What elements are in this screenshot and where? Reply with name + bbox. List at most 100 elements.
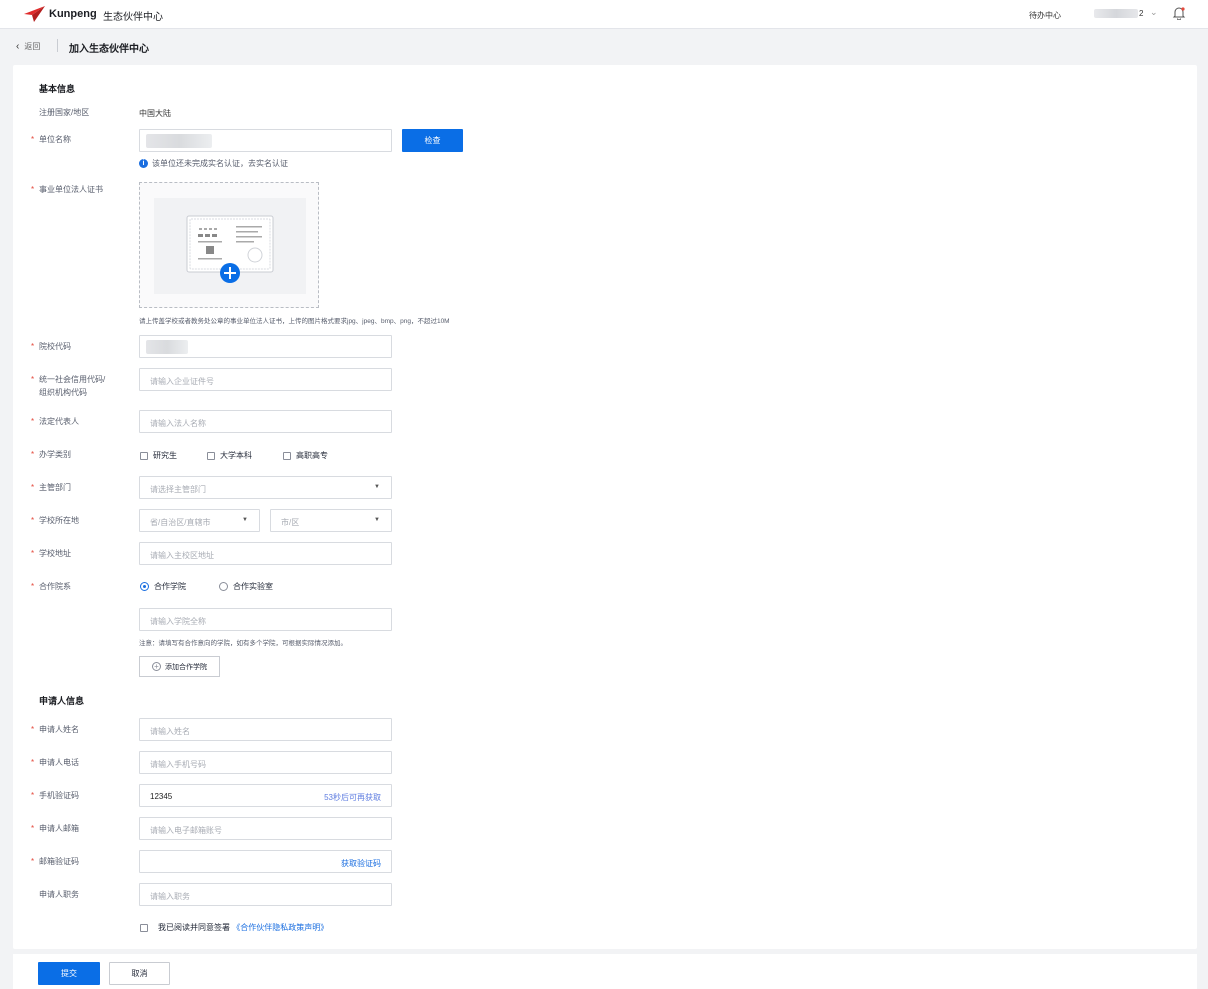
username-suffix[interactable]: 2 <box>1139 9 1143 18</box>
brand-subtitle[interactable]: 生态伙伴中心 <box>103 8 163 23</box>
applicant-name-label: 申请人姓名 <box>39 725 79 734</box>
unit-name-input[interactable] <box>139 129 392 152</box>
cert-upload-note: 请上传盖学校或者教务处公章的事业单位法人证书，上传的图片格式要求jpg、jpeg… <box>139 318 450 325</box>
checkbox-vocational-label: 高职高专 <box>296 451 328 460</box>
agree-text: 我已阅读并同意签署 <box>158 923 230 932</box>
required-mark: * <box>31 417 35 426</box>
divider <box>57 39 58 52</box>
caret-down-icon: ▼ <box>242 517 248 523</box>
breadcrumb: ‹ 返回 加入生态伙伴中心 <box>0 29 1208 63</box>
check-button[interactable]: 检查 <box>402 129 463 152</box>
info-icon: i <box>139 159 148 168</box>
add-college-label: 添加合作学院 <box>165 663 207 671</box>
dept-placeholder: 请选择主管部门 <box>150 485 206 494</box>
cert-label: 事业单位法人证书 <box>39 185 103 194</box>
form-footer: 提交 取消 <box>13 954 1197 989</box>
legal-rep-label: 法定代表人 <box>39 417 79 426</box>
section-title-basic: 基本信息 <box>39 84 76 94</box>
coop-note: 注意：请填写有合作意向的学院，如有多个学院，可根据实际情况添加。 <box>139 640 347 647</box>
dept-select[interactable]: 请选择主管部门 ▼ <box>139 476 392 499</box>
applicant-name-placeholder: 请输入姓名 <box>150 727 190 736</box>
unit-name-label: 单位名称 <box>39 135 71 144</box>
school-code-input[interactable] <box>139 335 392 358</box>
plus-circle-icon: + <box>152 662 161 671</box>
back-label: 返回 <box>24 42 41 51</box>
radio-circle[interactable] <box>219 582 228 591</box>
radio-college-label: 合作学院 <box>154 582 186 591</box>
country-value: 中国大陆 <box>139 109 171 118</box>
address-input[interactable]: 请输入主校区地址 <box>139 542 392 565</box>
applicant-name-input[interactable]: 请输入姓名 <box>139 718 392 741</box>
required-mark: * <box>31 549 35 558</box>
checkbox-vocational[interactable]: 高职高专 <box>283 450 328 461</box>
cert-upload-area[interactable] <box>139 182 319 308</box>
college-placeholder: 请输入学院全称 <box>150 617 206 626</box>
agreement-row: 我已阅读并同意签署 《合作伙伴隐私政策声明》 <box>140 922 328 933</box>
credit-code-placeholder: 请输入企业证件号 <box>150 377 214 386</box>
province-placeholder: 省/自治区/直辖市 <box>150 518 211 527</box>
required-mark: * <box>31 791 35 800</box>
credit-code-input[interactable]: 请输入企业证件号 <box>139 368 392 391</box>
checkbox-graduate-label: 研究生 <box>153 451 177 460</box>
chevron-left-icon: ‹ <box>16 41 20 52</box>
province-select[interactable]: 省/自治区/直辖市 ▼ <box>139 509 260 532</box>
agree-checkbox[interactable] <box>140 923 148 932</box>
verify-hint-text[interactable]: 该单位还未完成实名认证，去实名认证 <box>152 158 288 169</box>
required-mark: * <box>31 725 35 734</box>
required-mark: * <box>31 185 35 194</box>
credit-code-label: 统一社会信用代码/ 组织机构代码 <box>39 373 105 399</box>
required-mark: * <box>31 824 35 833</box>
bell-icon[interactable] <box>1172 6 1186 20</box>
checkbox-box[interactable] <box>207 451 215 460</box>
required-mark: * <box>31 516 35 525</box>
college-input[interactable]: 请输入学院全称 <box>139 608 392 631</box>
top-bar: Kunpeng 生态伙伴中心 待办中心 2 ⌄ <box>0 0 1208 29</box>
applicant-phone-input[interactable]: 请输入手机号码 <box>139 751 392 774</box>
submit-button[interactable]: 提交 <box>38 962 100 985</box>
city-select[interactable]: 市/区 ▼ <box>270 509 392 532</box>
email-code-label: 邮箱验证码 <box>39 857 79 866</box>
legal-rep-input[interactable]: 请输入法人名称 <box>139 410 392 433</box>
required-mark: * <box>31 857 35 866</box>
radio-lab[interactable]: 合作实验室 <box>219 581 273 592</box>
required-mark: * <box>31 582 35 591</box>
applicant-phone-placeholder: 请输入手机号码 <box>150 760 206 769</box>
kunpeng-logo-icon[interactable] <box>22 4 46 24</box>
checkbox-graduate[interactable]: 研究生 <box>140 450 177 461</box>
applicant-email-placeholder: 请输入电子邮箱账号 <box>150 826 222 835</box>
applicant-phone-label: 申请人电话 <box>39 758 79 767</box>
redacted-value <box>146 340 188 354</box>
sms-countdown: 53秒后可再获取 <box>324 793 381 802</box>
sms-code-input[interactable]: 12345 53秒后可再获取 <box>139 784 392 807</box>
radio-circle[interactable] <box>140 582 149 591</box>
required-mark: * <box>31 450 35 459</box>
country-label: 注册国家/地区 <box>39 108 90 117</box>
cert-placeholder <box>154 198 306 294</box>
back-link[interactable]: ‹ 返回 <box>16 41 40 52</box>
city-placeholder: 市/区 <box>281 518 300 527</box>
school-type-label: 办学类别 <box>39 450 71 459</box>
applicant-email-input[interactable]: 请输入电子邮箱账号 <box>139 817 392 840</box>
checkbox-box[interactable] <box>140 451 148 460</box>
radio-college[interactable]: 合作学院 <box>140 581 186 592</box>
dept-label: 主管部门 <box>39 483 71 492</box>
todo-center-link[interactable]: 待办中心 <box>1029 10 1061 21</box>
checkbox-box[interactable] <box>283 451 291 460</box>
applicant-position-placeholder: 请输入职务 <box>150 892 190 901</box>
username-redacted[interactable] <box>1094 9 1138 18</box>
chevron-down-icon[interactable]: ⌄ <box>1150 7 1158 18</box>
cancel-button[interactable]: 取消 <box>109 962 170 985</box>
applicant-position-input[interactable]: 请输入职务 <box>139 883 392 906</box>
applicant-position-label: 申请人职务 <box>39 890 79 899</box>
credit-code-label-line2: 组织机构代码 <box>39 388 87 397</box>
checkbox-undergraduate[interactable]: 大学本科 <box>207 450 252 461</box>
email-code-input[interactable]: 获取验证码 <box>139 850 392 873</box>
get-email-code-button[interactable]: 获取验证码 <box>341 858 381 869</box>
sms-code-label: 手机验证码 <box>39 791 79 800</box>
address-placeholder: 请输入主校区地址 <box>150 551 214 560</box>
privacy-policy-link[interactable]: 《合作伙伴隐私政策声明》 <box>232 923 328 932</box>
brand-name[interactable]: Kunpeng <box>49 8 97 20</box>
add-college-button[interactable]: + 添加合作学院 <box>139 656 220 677</box>
required-mark: * <box>31 375 35 384</box>
sms-code-value: 12345 <box>150 792 173 801</box>
